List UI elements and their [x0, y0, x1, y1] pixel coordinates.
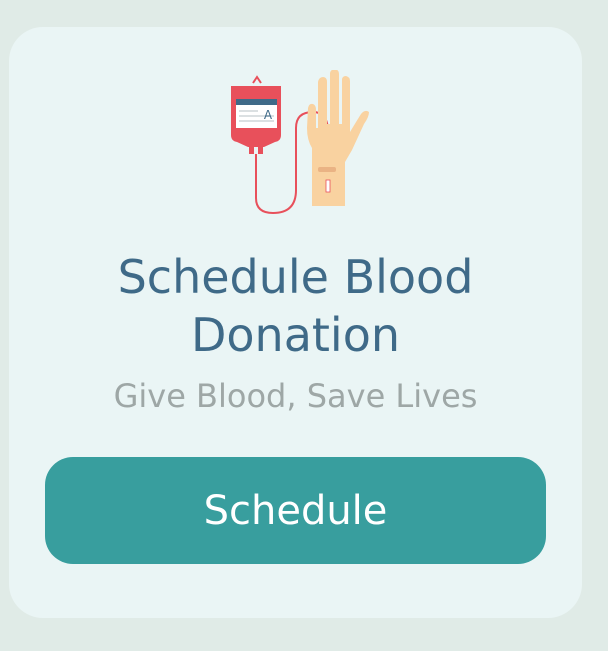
bag-nozzle-left [249, 146, 254, 154]
card-title: Schedule Blood Donation [117, 250, 474, 362]
bag-blood-type: A [264, 108, 273, 122]
schedule-button-label: Schedule [203, 487, 388, 534]
card-subtitle: Give Blood, Save Lives [113, 377, 478, 415]
bandage [318, 167, 336, 172]
schedule-button[interactable]: Schedule [45, 457, 546, 564]
blood-donation-icon: A [231, 70, 369, 215]
needle [325, 179, 331, 193]
bag-hanger [252, 75, 262, 84]
bag-nozzle-right [258, 146, 263, 154]
bag-label-header [236, 99, 277, 105]
arm [307, 70, 369, 206]
